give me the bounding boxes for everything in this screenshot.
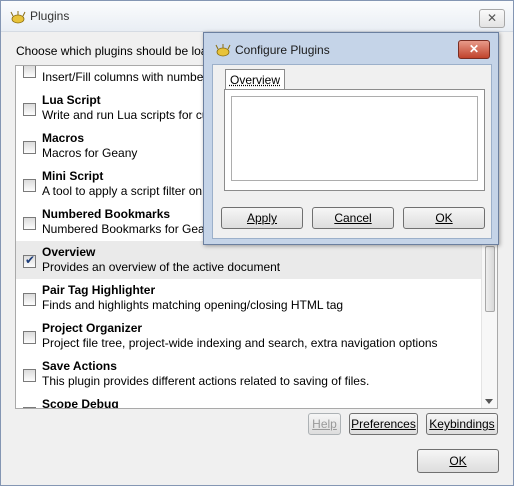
window-close-button[interactable]: ✕	[479, 9, 505, 28]
dialog-body: Overview Apply Cancel OK	[212, 64, 492, 239]
configure-plugins-dialog: Configure Plugins ✕ Overview Apply Cance…	[203, 32, 499, 245]
dialog-ok-button[interactable]: OK	[403, 207, 485, 229]
plugin-name: Insert Numbers	[42, 66, 130, 69]
plugin-description: Finds and highlights matching opening/cl…	[42, 298, 344, 312]
plugin-checkbox[interactable]	[23, 369, 36, 382]
window-title: Plugins	[30, 9, 70, 23]
scrollbar-thumb[interactable]	[485, 246, 495, 312]
plugin-row[interactable]: Project Organizer Project file tree, proj…	[16, 317, 482, 355]
plugin-checkbox[interactable]	[23, 293, 36, 306]
geany-lamp-icon	[215, 44, 231, 57]
plugin-checkbox[interactable]	[23, 217, 36, 230]
plugin-name: Pair Tag Highlighter	[42, 283, 156, 297]
ok-button[interactable]: OK	[417, 449, 499, 473]
plugin-checkbox[interactable]: ✔	[23, 253, 36, 268]
plugin-checkbox[interactable]	[23, 407, 36, 408]
plugin-checkbox[interactable]	[23, 331, 36, 344]
plugin-description: Numbered Bookmarks for Geany	[42, 222, 218, 236]
dialog-close-button[interactable]: ✕	[458, 40, 490, 59]
plugin-name: Lua Script	[42, 93, 101, 107]
help-button[interactable]: Help	[308, 413, 341, 435]
plugin-name: Overview	[42, 245, 96, 259]
plugin-checkbox[interactable]	[23, 66, 36, 78]
tab-panel	[224, 89, 485, 191]
plugin-description: Insert/Fill columns with numbers.	[42, 70, 217, 84]
plugin-description: Macros for Geany	[42, 146, 138, 160]
tab-overview[interactable]: Overview	[225, 69, 285, 90]
plugin-name: Mini Script	[42, 169, 104, 183]
scroll-down-arrow-icon[interactable]	[485, 399, 493, 404]
plugin-row[interactable]: Pair Tag Highlighter Finds and highlights…	[16, 279, 482, 317]
title-bar: Plugins ✕	[1, 1, 513, 32]
plugin-description: This plugin provides different actions r…	[42, 374, 370, 388]
plugin-row[interactable]: ✔ Overview Provides an overview of the act…	[16, 241, 482, 279]
plugin-description: Project file tree, project-wide indexing…	[42, 336, 438, 350]
apply-button[interactable]: Apply	[221, 207, 303, 229]
geany-lamp-icon	[10, 11, 26, 24]
plugin-name: Project Organizer	[42, 321, 143, 335]
plugin-row[interactable]: Save Actions This plugin provides differe…	[16, 355, 482, 393]
overview-settings-area	[231, 96, 478, 181]
plugin-name: Macros	[42, 131, 85, 145]
plugin-name: Numbered Bookmarks	[42, 207, 171, 221]
cancel-button[interactable]: Cancel	[312, 207, 394, 229]
plugin-checkbox[interactable]	[23, 103, 36, 116]
plugin-name: Save Actions	[42, 359, 117, 373]
plugin-row[interactable]: Scope Debug	[16, 393, 482, 409]
plugin-checkbox[interactable]	[23, 179, 36, 192]
dialog-title: Configure Plugins	[235, 43, 330, 57]
plugin-name: Scope Debug	[42, 397, 119, 409]
preferences-button[interactable]: Preferences	[349, 413, 418, 435]
keybindings-button[interactable]: Keybindings	[426, 413, 498, 435]
plugin-checkbox[interactable]	[23, 141, 36, 154]
plugin-description: Provides an overview of the active docum…	[42, 260, 281, 274]
checkmark-icon: ✔	[25, 253, 36, 267]
